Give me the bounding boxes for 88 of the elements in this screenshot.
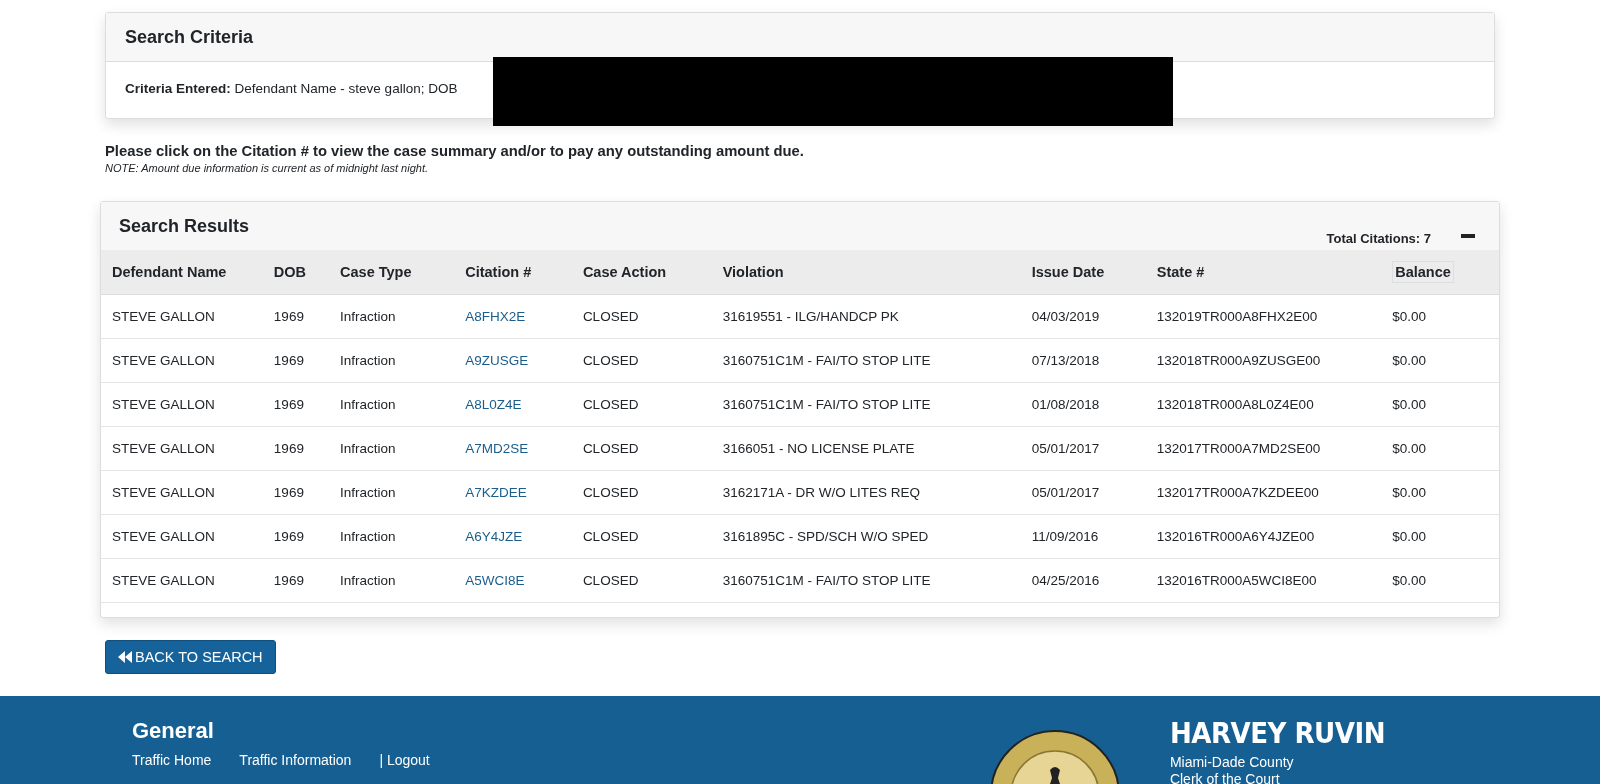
table-cell: 132017TR000A7MD2SE00 bbox=[1145, 426, 1382, 471]
table-cell: $0.00 bbox=[1381, 338, 1499, 383]
table-cell: CLOSED bbox=[571, 338, 712, 383]
table-cell: 3166051 - NO LICENSE PLATE bbox=[711, 426, 1021, 471]
table-cell: CLOSED bbox=[571, 514, 712, 559]
column-header: DOB bbox=[262, 250, 330, 295]
citation-link[interactable]: A7MD2SE bbox=[465, 441, 529, 456]
column-header: State # bbox=[1145, 250, 1382, 295]
table-cell: STEVE GALLON bbox=[101, 470, 263, 515]
table-cell: 3160751C1M - FAI/TO STOP LITE bbox=[711, 558, 1021, 603]
clerk-name: HARVEY RUVIN bbox=[1169, 716, 1385, 750]
citation-link[interactable]: A8FHX2E bbox=[465, 309, 526, 324]
column-header: Case Type bbox=[329, 250, 455, 295]
footer-heading: General bbox=[132, 718, 215, 744]
table-cell: 11/09/2016 bbox=[1020, 514, 1146, 559]
note-text: NOTE: Amount due information is current as of midnight last night. bbox=[105, 162, 429, 174]
table-cell: $0.00 bbox=[1381, 294, 1499, 339]
table-cell: 05/01/2017 bbox=[1020, 426, 1146, 471]
table-cell: Infraction bbox=[329, 294, 455, 339]
table-cell: $0.00 bbox=[1381, 558, 1499, 603]
footer-link[interactable]: | Logout bbox=[379, 752, 430, 768]
table-cell: $0.00 bbox=[1381, 426, 1499, 471]
table-cell: 3160751C1M - FAI/TO STOP LITE bbox=[711, 382, 1021, 427]
column-header: Case Action bbox=[571, 250, 712, 295]
table-cell: 1969 bbox=[262, 294, 330, 339]
footer-text: Clerk of the Court bbox=[1169, 771, 1281, 784]
table-cell: 07/13/2018 bbox=[1020, 338, 1146, 383]
table-cell: Infraction bbox=[329, 558, 455, 603]
table-cell: STEVE GALLON bbox=[101, 426, 263, 471]
table-cell: CLOSED bbox=[571, 426, 712, 471]
table-cell: 1969 bbox=[262, 338, 330, 383]
back-to-search-button[interactable]: BACK TO SEARCH bbox=[105, 640, 276, 674]
table-cell: STEVE GALLON bbox=[101, 514, 263, 559]
table-cell: Infraction bbox=[329, 426, 455, 471]
card-title: Search Results bbox=[119, 216, 250, 238]
table-cell: 1969 bbox=[262, 558, 330, 603]
table-cell: CLOSED bbox=[571, 294, 712, 339]
table-cell: Infraction bbox=[329, 382, 455, 427]
minus-icon bbox=[1461, 234, 1475, 238]
table-cell: STEVE GALLON bbox=[101, 294, 263, 339]
table-cell: 3161895C - SPD/SCH W/O SPED bbox=[711, 514, 1021, 559]
footer-link[interactable]: Traffic Home bbox=[132, 752, 212, 768]
table-cell: 132017TR000A7KZDEE00 bbox=[1145, 470, 1382, 515]
table-cell: 132018TR000A9ZUSGE00 bbox=[1145, 338, 1382, 383]
citation-link[interactable]: A5WCI8E bbox=[465, 573, 525, 588]
card-title: Search Criteria bbox=[106, 13, 1494, 62]
double-left-icon bbox=[118, 651, 132, 663]
table-cell: 1969 bbox=[262, 514, 330, 559]
table-cell: 1969 bbox=[262, 426, 330, 471]
column-header: Issue Date bbox=[1020, 250, 1146, 295]
table-cell: 1969 bbox=[262, 470, 330, 515]
column-header: Balance bbox=[1381, 250, 1499, 295]
instruction-text: Please click on the Citation # to view the case summary and/or to pay any outstanding amount due. bbox=[105, 143, 804, 159]
table-cell: Infraction bbox=[329, 470, 455, 515]
table-cell: 04/25/2016 bbox=[1020, 558, 1146, 603]
table-cell: 1969 bbox=[262, 382, 330, 427]
table-cell: 132019TR000A8FHX2E00 bbox=[1145, 294, 1382, 339]
table-cell: 132016TR000A6Y4JZE00 bbox=[1145, 514, 1382, 559]
table-cell: $0.00 bbox=[1381, 470, 1499, 515]
table-cell: STEVE GALLON bbox=[101, 558, 263, 603]
table-cell: 3162171A - DR W/O LITES REQ bbox=[711, 470, 1021, 515]
table-cell: CLOSED bbox=[571, 382, 712, 427]
column-header: Citation # bbox=[454, 250, 572, 295]
table-cell: $0.00 bbox=[1381, 382, 1499, 427]
table-cell: 132016TR000A5WCI8E00 bbox=[1145, 558, 1382, 603]
table-cell: $0.00 bbox=[1381, 514, 1499, 559]
table-cell: 3160751C1M - FAI/TO STOP LITE bbox=[711, 338, 1021, 383]
column-header: Violation bbox=[711, 250, 1021, 295]
citation-link[interactable]: A8L0Z4E bbox=[465, 397, 522, 412]
table-cell: 01/08/2018 bbox=[1020, 382, 1146, 427]
table-cell: STEVE GALLON bbox=[101, 382, 263, 427]
table-cell: CLOSED bbox=[571, 470, 712, 515]
table-cell: Infraction bbox=[329, 338, 455, 383]
table-cell: 31619551 - ILG/HANDCP PK bbox=[711, 294, 1021, 339]
table-cell: 04/03/2019 bbox=[1020, 294, 1146, 339]
citation-link[interactable]: A6Y4JZE bbox=[465, 529, 523, 544]
citation-link[interactable]: A7KZDEE bbox=[465, 485, 527, 500]
table-cell: Infraction bbox=[329, 514, 455, 559]
table-cell: CLOSED bbox=[571, 558, 712, 603]
footer-text: Miami-Dade County bbox=[1169, 754, 1295, 771]
criteria-text: Criteria Entered: Defendant Name - steve gallon; DOB bbox=[125, 81, 458, 96]
table-cell: 132018TR000A8L0Z4E00 bbox=[1145, 382, 1382, 427]
table-cell: 05/01/2017 bbox=[1020, 470, 1146, 515]
footer-link[interactable]: Traffic Information bbox=[239, 752, 352, 768]
column-header: Defendant Name bbox=[101, 250, 263, 295]
total-count: Total Citations: 7 bbox=[1326, 231, 1431, 246]
table-cell: STEVE GALLON bbox=[101, 338, 263, 383]
citation-link[interactable]: A9ZUSGE bbox=[465, 353, 529, 368]
